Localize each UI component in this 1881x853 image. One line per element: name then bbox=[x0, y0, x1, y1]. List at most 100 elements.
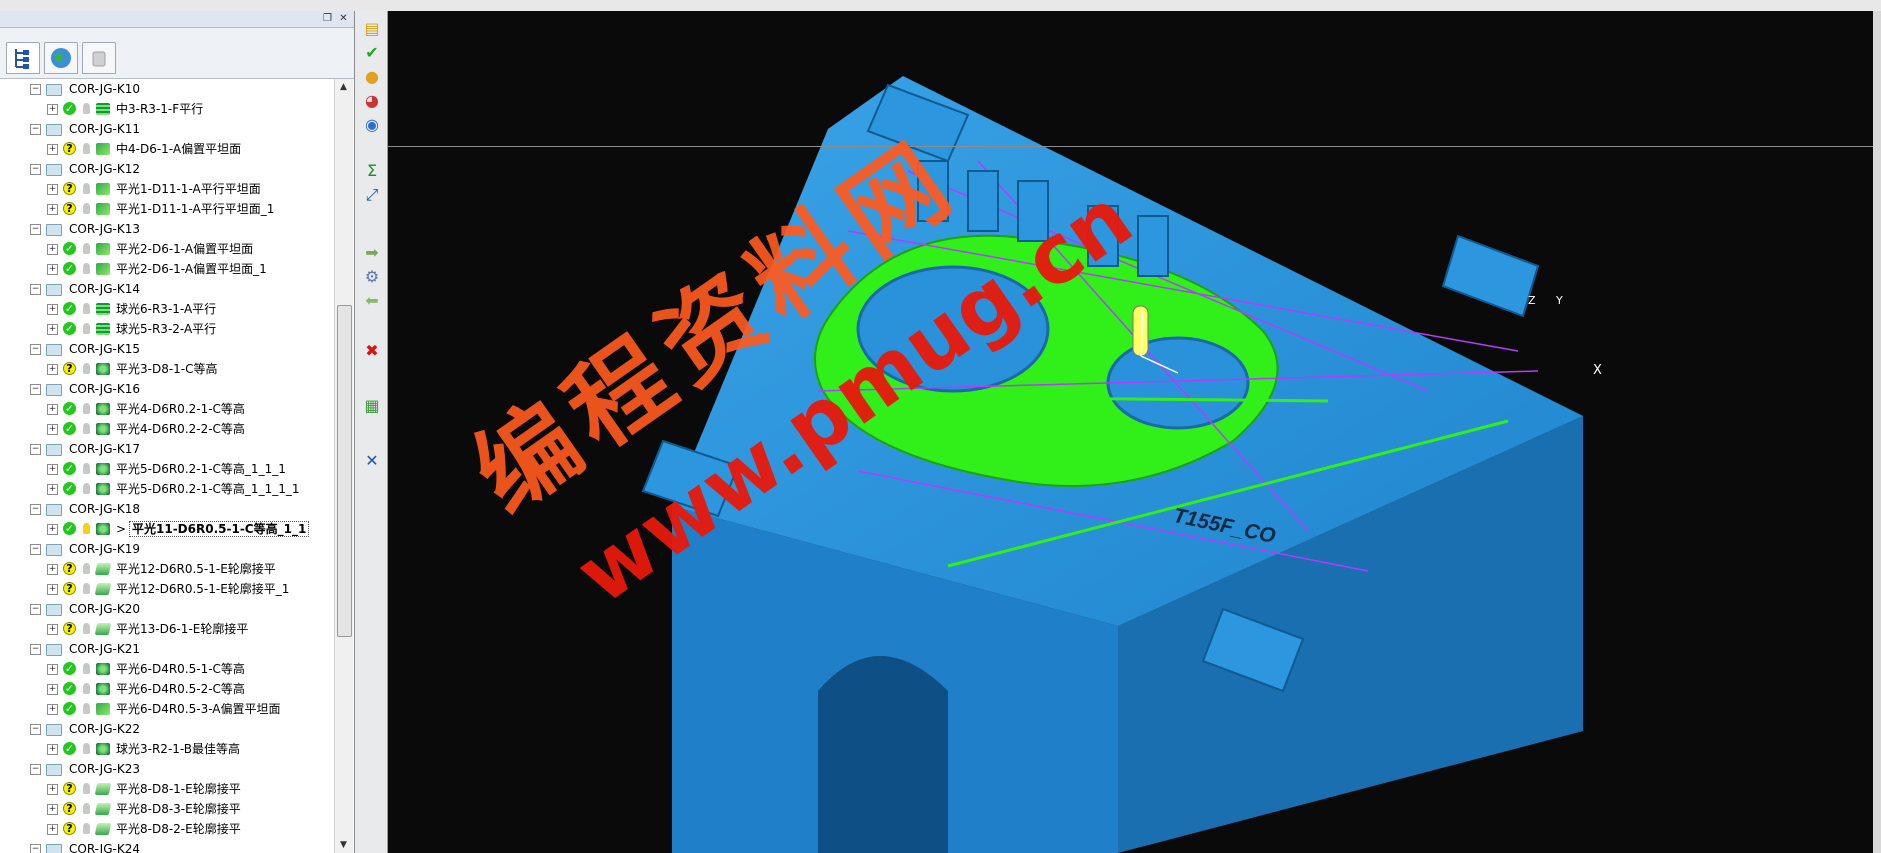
collapse-icon[interactable]: − bbox=[30, 344, 41, 355]
lightbulb-icon[interactable] bbox=[83, 183, 90, 194]
collapse-icon[interactable]: − bbox=[30, 124, 41, 135]
collapse-icon[interactable]: − bbox=[30, 604, 41, 615]
expand-icon[interactable]: + bbox=[47, 484, 58, 495]
expand-icon[interactable]: + bbox=[47, 704, 58, 715]
expand-icon[interactable]: + bbox=[47, 664, 58, 675]
tree-group-row[interactable]: − COR-JG-K13 bbox=[0, 219, 332, 239]
tree-group-row[interactable]: − COR-JG-K20 bbox=[0, 599, 332, 619]
expand-icon[interactable]: + bbox=[47, 204, 58, 215]
globe-icon[interactable] bbox=[44, 42, 78, 74]
expand-icon[interactable]: + bbox=[47, 624, 58, 635]
tree-group-row[interactable]: − COR-JG-K10 bbox=[0, 79, 332, 99]
lightbulb-icon[interactable] bbox=[83, 823, 90, 834]
lightbulb-icon[interactable] bbox=[83, 563, 90, 574]
lightbulb-icon[interactable] bbox=[83, 303, 90, 314]
tree-group-row[interactable]: − COR-JG-K23 bbox=[0, 759, 332, 779]
toolpath-row[interactable]: + ✓ > 平光11-D6R0.5-1-C等高_1_1 bbox=[0, 519, 332, 539]
lightbulb-icon[interactable] bbox=[83, 143, 90, 154]
restore-icon[interactable]: ❐ bbox=[322, 13, 333, 24]
bin-icon[interactable] bbox=[82, 42, 116, 74]
lightbulb-icon[interactable] bbox=[83, 623, 90, 634]
lightbulb-icon[interactable] bbox=[83, 243, 90, 254]
scroll-up-icon[interactable]: ▲ bbox=[337, 81, 350, 93]
expand-icon[interactable]: + bbox=[47, 264, 58, 275]
collapse-icon[interactable]: − bbox=[30, 724, 41, 735]
tree-group-row[interactable]: − COR-JG-K17 bbox=[0, 439, 332, 459]
collapse-icon[interactable]: − bbox=[30, 764, 41, 775]
expand-icon[interactable]: + bbox=[47, 824, 58, 835]
expand-icon[interactable]: + bbox=[47, 404, 58, 415]
collapse-icon[interactable]: − bbox=[30, 844, 41, 853]
expand-icon[interactable]: + bbox=[47, 744, 58, 755]
lightbulb-icon[interactable] bbox=[83, 483, 90, 494]
delete-x-icon[interactable]: ✖ bbox=[362, 341, 382, 361]
tree-group-row[interactable]: − COR-JG-K16 bbox=[0, 379, 332, 399]
expand-icon[interactable]: + bbox=[47, 364, 58, 375]
expand-icon[interactable]: + bbox=[47, 324, 58, 335]
sigma-icon[interactable]: Σ bbox=[362, 161, 382, 181]
lightbulb-icon[interactable] bbox=[83, 803, 90, 814]
toolpath-tree-icon[interactable] bbox=[6, 42, 40, 74]
toolpath-row[interactable]: + ✓ 平光6-D4R0.5-3-A偏置平坦面 bbox=[0, 699, 332, 719]
collapse-icon[interactable]: − bbox=[30, 644, 41, 655]
toolpath-row[interactable]: +? 中4-D6-1-A偏置平坦面 bbox=[0, 139, 332, 159]
toolpath-row[interactable]: + ✓ 平光4-D6R0.2-1-C等高 bbox=[0, 399, 332, 419]
close-icon[interactable]: ✕ bbox=[338, 13, 349, 24]
tree-group-row[interactable]: − COR-JG-K22 bbox=[0, 719, 332, 739]
collapse-icon[interactable]: − bbox=[30, 504, 41, 515]
lightbulb-icon[interactable] bbox=[83, 263, 90, 274]
tree-group-row[interactable]: − COR-JG-K12 bbox=[0, 159, 332, 179]
toolpath-row[interactable]: +? 平光1-D11-1-A平行平坦面 bbox=[0, 179, 332, 199]
lightbulb-icon[interactable] bbox=[83, 403, 90, 414]
sphere-icon[interactable]: ● bbox=[362, 67, 382, 87]
collapse-icon[interactable]: − bbox=[30, 284, 41, 295]
toolpath-row[interactable]: + ✓ 平光2-D6-1-A偏置平坦面 bbox=[0, 239, 332, 259]
color-ball-icon[interactable]: ◕ bbox=[362, 91, 382, 111]
toolpath-row[interactable]: + ✓ 平光4-D6R0.2-2-C等高 bbox=[0, 419, 332, 439]
toolpath-row[interactable]: + ✓ 平光5-D6R0.2-1-C等高_1_1_1 bbox=[0, 459, 332, 479]
tree-group-row[interactable]: − COR-JG-K14 bbox=[0, 279, 332, 299]
collapse-icon[interactable]: − bbox=[30, 444, 41, 455]
resize-icon[interactable]: ⤢ bbox=[362, 185, 382, 205]
toolpath-row[interactable]: + ✓ 平光6-D4R0.5-1-C等高 bbox=[0, 659, 332, 679]
back-arrow-icon[interactable]: ⬅ bbox=[362, 291, 382, 311]
expand-icon[interactable]: + bbox=[47, 804, 58, 815]
collapse-icon[interactable]: − bbox=[30, 84, 41, 95]
expand-icon[interactable]: + bbox=[47, 684, 58, 695]
toolpath-row[interactable]: +? 平光3-D8-1-C等高 bbox=[0, 359, 332, 379]
expand-icon[interactable]: + bbox=[47, 784, 58, 795]
list-icon[interactable]: ▦ bbox=[362, 396, 382, 416]
tree-group-row[interactable]: − COR-JG-K19 bbox=[0, 539, 332, 559]
toolpath-row[interactable]: + ✓ 球光6-R3-1-A平行 bbox=[0, 299, 332, 319]
lightbulb-icon[interactable] bbox=[83, 323, 90, 334]
lightbulb-icon[interactable] bbox=[83, 663, 90, 674]
lightbulb-icon[interactable] bbox=[83, 103, 90, 114]
lightbulb-icon[interactable] bbox=[83, 523, 90, 534]
collapse-icon[interactable]: − bbox=[30, 544, 41, 555]
toolpath-row[interactable]: + ✓ 平光6-D4R0.5-2-C等高 bbox=[0, 679, 332, 699]
expand-icon[interactable]: + bbox=[47, 424, 58, 435]
expand-icon[interactable]: + bbox=[47, 464, 58, 475]
expand-icon[interactable]: + bbox=[47, 524, 58, 535]
scroll-down-icon[interactable]: ▼ bbox=[337, 839, 350, 851]
toolpath-row[interactable]: + ✓ 平光2-D6-1-A偏置平坦面_1 bbox=[0, 259, 332, 279]
tree-group-row[interactable]: − COR-JG-K11 bbox=[0, 119, 332, 139]
layers-icon[interactable]: ▤ bbox=[362, 19, 382, 39]
globe-icon[interactable]: ◉ bbox=[362, 115, 382, 135]
lightbulb-icon[interactable] bbox=[83, 743, 90, 754]
expand-icon[interactable]: + bbox=[47, 304, 58, 315]
toolpath-row[interactable]: +? 平光12-D6R0.5-1-E轮廓接平_1 bbox=[0, 579, 332, 599]
tree-scrollbar[interactable]: ▲ ▼ bbox=[334, 79, 353, 853]
tree-group-row[interactable]: − COR-JG-K18 bbox=[0, 499, 332, 519]
expand-icon[interactable]: + bbox=[47, 584, 58, 595]
collapse-icon[interactable]: − bbox=[30, 224, 41, 235]
collapse-icon[interactable]: − bbox=[30, 384, 41, 395]
expand-icon[interactable]: + bbox=[47, 564, 58, 575]
checkmark-icon[interactable]: ✔ bbox=[362, 43, 382, 63]
toolpath-row[interactable]: +? 平光1-D11-1-A平行平坦面_1 bbox=[0, 199, 332, 219]
toolpath-row[interactable]: +? 平光13-D6-1-E轮廓接平 bbox=[0, 619, 332, 639]
toolpath-row[interactable]: +? 平光12-D6R0.5-1-E轮廓接平 bbox=[0, 559, 332, 579]
expand-icon[interactable]: + bbox=[47, 244, 58, 255]
close-x-icon[interactable]: ✕ bbox=[362, 451, 382, 471]
lightbulb-icon[interactable] bbox=[83, 463, 90, 474]
